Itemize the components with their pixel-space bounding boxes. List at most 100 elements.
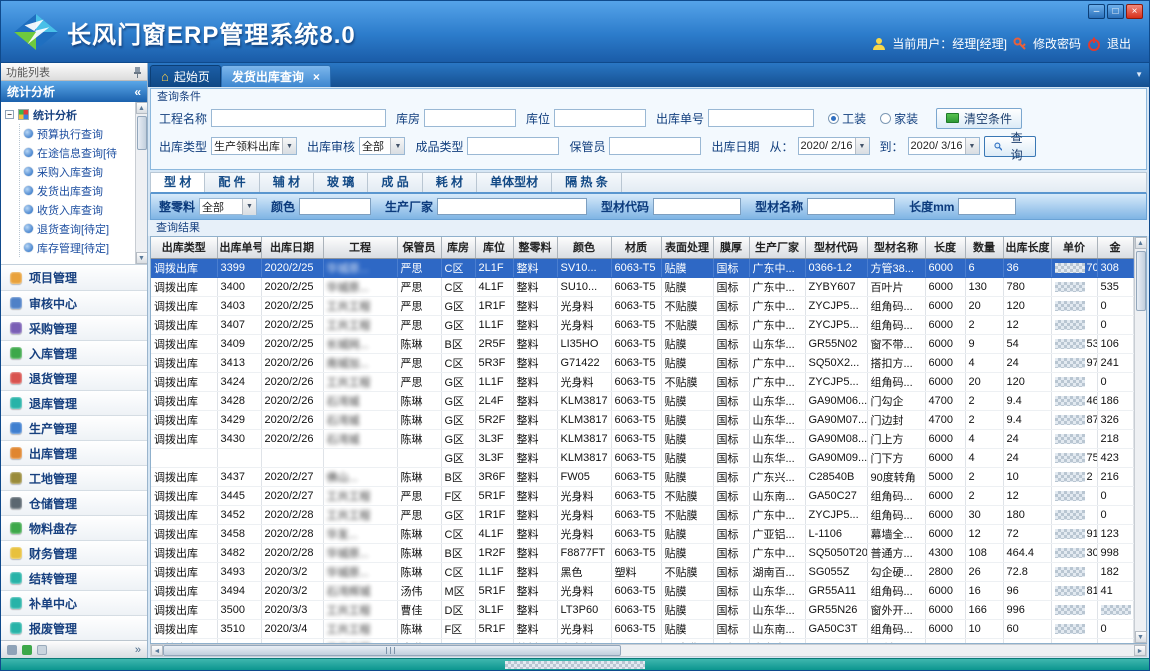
scroll-left-icon[interactable]: ◄: [151, 645, 163, 656]
tree-item[interactable]: 预算执行查询: [24, 124, 145, 143]
table-scroll-thumb[interactable]: [1136, 251, 1146, 311]
date-to-picker[interactable]: 2020/ 3/16 ▼: [908, 137, 980, 155]
tree-item[interactable]: 收货入库查询: [24, 200, 145, 219]
material-tab[interactable]: 耗 材: [423, 173, 477, 192]
order-no-input[interactable]: [708, 109, 814, 127]
tab-close-icon[interactable]: ×: [313, 70, 320, 84]
footer-window-icon[interactable]: [37, 645, 47, 655]
column-header[interactable]: 型材代码: [805, 237, 867, 258]
table-row[interactable]: 调拨出库35122020/3/4工共工程陈琳F区1L2F整料光身料6063-T5…: [151, 638, 1133, 643]
table-row[interactable]: 调拨出库34582020/2/28华发...陈琳C区4L1F整料光身料6063-…: [151, 524, 1133, 543]
table-row[interactable]: 调拨出库34522020/2/28工共工程严思G区1R1F整料光身料6063-T…: [151, 505, 1133, 524]
project-name-input[interactable]: [211, 109, 386, 127]
tree-root[interactable]: − 统计分析: [5, 105, 145, 124]
column-header[interactable]: 颜色: [557, 237, 611, 258]
table-row[interactable]: 调拨出库35102020/3/4工共工程陈琳F区5R1F整料光身料6063-T5…: [151, 619, 1133, 638]
table-row[interactable]: 调拨出库34292020/2/26石湾城陈琳G区5R2F整料KLM3817606…: [151, 410, 1133, 429]
table-row[interactable]: G区3L3F整料KLM38176063-T5贴膜国标山东华...GA90M09.…: [151, 448, 1133, 467]
column-header[interactable]: 出库单号: [217, 237, 261, 258]
tab-list-caret-icon[interactable]: ▼: [1135, 70, 1143, 79]
date-from-picker[interactable]: 2020/ 2/16 ▼: [798, 137, 870, 155]
warehouse-input[interactable]: [424, 109, 516, 127]
column-header[interactable]: 型材名称: [867, 237, 925, 258]
column-header[interactable]: 表面处理: [661, 237, 713, 258]
hscroll-thumb[interactable]: [163, 645, 621, 656]
profile-name-input[interactable]: [807, 198, 895, 215]
scroll-down-icon[interactable]: ▼: [136, 252, 148, 264]
material-tab[interactable]: 配 件: [205, 173, 259, 192]
column-header[interactable]: 生产厂家: [749, 237, 805, 258]
query-button[interactable]: 查 询: [984, 136, 1036, 157]
change-password-link[interactable]: 修改密码: [1033, 35, 1081, 52]
table-row[interactable]: 调拨出库34242020/2/26工共工程严思G区1L1F整料光身料6063-T…: [151, 372, 1133, 391]
scroll-up-icon[interactable]: ▲: [136, 102, 148, 114]
material-tab[interactable]: 成 品: [368, 173, 422, 192]
sidebar-menu-item[interactable]: 出库管理: [1, 440, 147, 465]
sidebar-section-header[interactable]: 统计分析 «: [1, 81, 147, 102]
tree-item[interactable]: 库存管理[待定]: [24, 238, 145, 257]
table-row[interactable]: 调拨出库34132020/2/26南城加...严思C区5R3F整料G714226…: [151, 353, 1133, 372]
sidebar-menu-item[interactable]: 生产管理: [1, 415, 147, 440]
table-row[interactable]: 调拨出库34072020/2/25工共工程严思G区1L1F整料光身料6063-T…: [151, 315, 1133, 334]
table-row[interactable]: 调拨出库34372020/2/27佛山...陈琳B区3R6F整料FW056063…: [151, 467, 1133, 486]
logout-button[interactable]: 退出: [1107, 35, 1131, 52]
pin-icon[interactable]: [133, 66, 142, 78]
tree-scrollbar[interactable]: ▲ ▼: [135, 102, 147, 264]
sidebar-menu-item[interactable]: 退库管理: [1, 390, 147, 415]
table-row[interactable]: 调拨出库34282020/2/26石湾城陈琳G区2L4F整料KLM3817606…: [151, 391, 1133, 410]
footer-status-icon[interactable]: [22, 645, 32, 655]
table-row[interactable]: 调拨出库34822020/2/28华城原...陈琳B区1R2F整料F8877FT…: [151, 543, 1133, 562]
column-header[interactable]: 出库类型: [151, 237, 217, 258]
scroll-right-icon[interactable]: ►: [1134, 645, 1146, 656]
column-header[interactable]: 金: [1097, 237, 1133, 258]
table-row[interactable]: 调拨出库34302020/2/26石湾城陈琳G区3L3F整料KLM3817606…: [151, 429, 1133, 448]
audit-select[interactable]: 全部 ▼: [359, 137, 405, 155]
tree-item[interactable]: 退货查询[待定]: [24, 219, 145, 238]
material-tab[interactable]: 型 材: [151, 173, 205, 192]
tree-expander-icon[interactable]: −: [5, 110, 14, 119]
sidebar-menu-item[interactable]: 结转管理: [1, 565, 147, 590]
column-header[interactable]: 膜厚: [713, 237, 749, 258]
table-row[interactable]: 调拨出库34092020/2/25长城网...陈琳B区2R5F整料LI35HO6…: [151, 334, 1133, 353]
column-header[interactable]: 出库长度: [1003, 237, 1051, 258]
minimize-button[interactable]: –: [1088, 4, 1105, 19]
sidebar-menu-item[interactable]: 审核中心: [1, 290, 147, 315]
length-input[interactable]: [958, 198, 1016, 215]
tab-shipping-outbound-query[interactable]: 发货出库查询 ×: [221, 65, 331, 87]
sidebar-menu-item[interactable]: 补单中心: [1, 590, 147, 615]
sidebar-menu-item[interactable]: 采购管理: [1, 315, 147, 340]
sidebar-menu-item[interactable]: 退货管理: [1, 365, 147, 390]
table-row[interactable]: 调拨出库34942020/3/2石湾辉城汤伟M区5R1F整料光身料6063-T5…: [151, 581, 1133, 600]
radio-workwear[interactable]: 工装: [828, 110, 866, 127]
table-row[interactable]: 调拨出库34002020/2/25华城原...严思C区4L1F整料SU10...…: [151, 277, 1133, 296]
table-row[interactable]: 调拨出库34932020/3/2华城原...陈琳C区1L1F整料黑色塑料不贴膜国…: [151, 562, 1133, 581]
manufacturer-input[interactable]: [437, 198, 587, 215]
table-row[interactable]: 调拨出库34032020/2/25工共工程严思G区1R1F整料光身料6063-T…: [151, 296, 1133, 315]
column-header[interactable]: 单价: [1051, 237, 1097, 258]
tree-item[interactable]: 在途信息查询[待: [24, 143, 145, 162]
column-header[interactable]: 工程: [323, 237, 397, 258]
clear-conditions-button[interactable]: 清空条件: [936, 108, 1022, 129]
table-row[interactable]: 调拨出库35002020/3/3工共工程曹佳D区3L1F整料LT3P606063…: [151, 600, 1133, 619]
product-type-input[interactable]: [467, 137, 559, 155]
maximize-button[interactable]: □: [1107, 4, 1124, 19]
sidebar-menu-item[interactable]: 报废管理: [1, 615, 147, 640]
sidebar-menu-item[interactable]: 财务管理: [1, 540, 147, 565]
sidebar-menu-item[interactable]: 工地管理: [1, 465, 147, 490]
location-input[interactable]: [554, 109, 646, 127]
profile-code-input[interactable]: [653, 198, 741, 215]
sidebar-menu-item[interactable]: 仓储管理: [1, 490, 147, 515]
material-tab[interactable]: 单体型材: [477, 173, 552, 192]
sidebar-menu-item[interactable]: 入库管理: [1, 340, 147, 365]
radio-homewear[interactable]: 家装: [880, 110, 918, 127]
column-header[interactable]: 数量: [965, 237, 1003, 258]
keeper-input[interactable]: [609, 137, 701, 155]
column-header[interactable]: 保管员: [397, 237, 441, 258]
material-tab[interactable]: 辅 材: [260, 173, 314, 192]
table-row[interactable]: 调拨出库34452020/2/27工共工程严思F区5R1F整料光身料6063-T…: [151, 486, 1133, 505]
whole-part-select[interactable]: 全部 ▼: [199, 198, 257, 215]
tree-scroll-thumb[interactable]: [137, 116, 147, 150]
collapse-button[interactable]: «: [134, 85, 141, 99]
color-input[interactable]: [299, 198, 371, 215]
scroll-down-icon[interactable]: ▼: [1135, 631, 1147, 643]
